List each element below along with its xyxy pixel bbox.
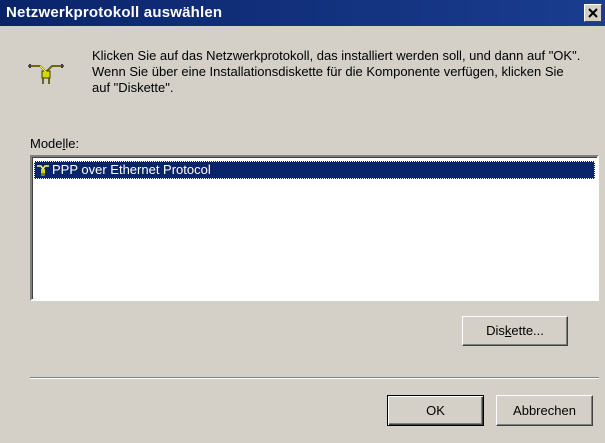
title-bar[interactable]: Netzwerkprotokoll auswählen — [0, 0, 605, 26]
ok-button[interactable]: OK — [387, 395, 484, 426]
instruction-text: Klicken Sie auf das Netzwerkprotokoll, d… — [92, 48, 581, 95]
list-item[interactable]: PPP over Ethernet Protocol — [34, 161, 595, 179]
list-item-label: PPP over Ethernet Protocol — [52, 162, 211, 177]
dialog-window: Netzwerkprotokoll auswählen Klicken Sie … — [0, 0, 605, 443]
models-label: Modelle: — [30, 136, 80, 151]
separator — [30, 377, 599, 379]
close-button[interactable] — [584, 4, 602, 22]
network-protocol-icon — [28, 64, 64, 84]
close-icon — [588, 8, 598, 18]
cancel-button[interactable]: Abbrechen — [496, 395, 593, 426]
network-protocol-icon — [37, 165, 49, 176]
window-title: Netzwerkprotokoll auswählen — [6, 4, 223, 21]
protocol-listbox[interactable]: PPP over Ethernet Protocol — [30, 155, 599, 301]
disk-button[interactable]: Diskette... — [462, 316, 568, 346]
